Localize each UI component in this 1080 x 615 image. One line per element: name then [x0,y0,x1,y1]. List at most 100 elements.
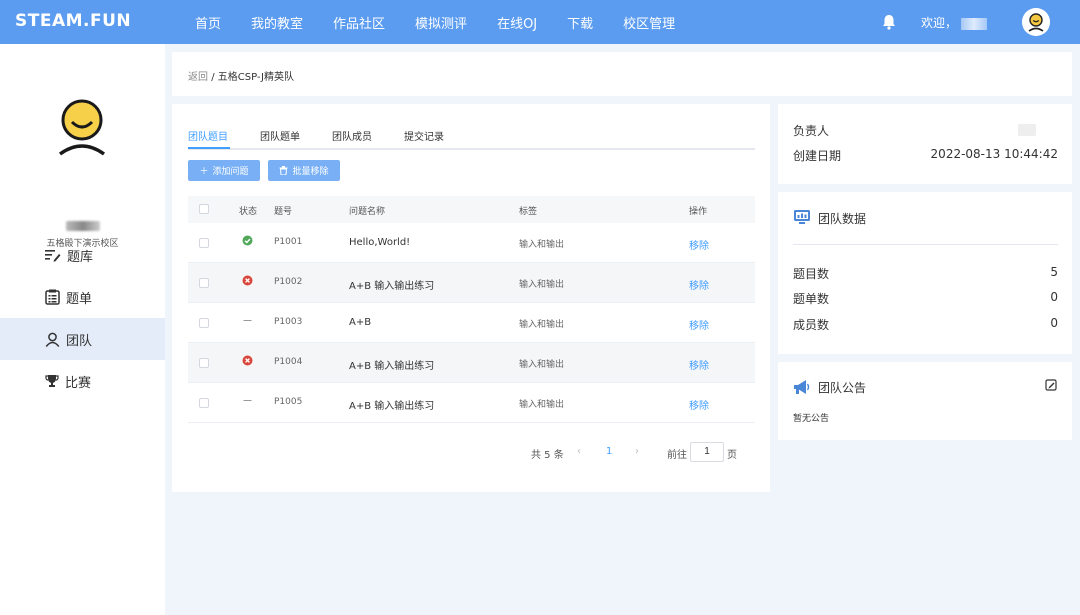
nav-community[interactable]: 作品社区 [333,13,385,32]
tab-team-problems[interactable]: 团队题目 [188,128,228,143]
row-checkbox[interactable] [199,318,209,328]
add-problem-button[interactable]: ＋ 添加问题 [188,160,260,181]
user-avatar[interactable] [1022,8,1050,36]
problem-name[interactable]: A+B 输入输出练习 [349,397,434,412]
problem-tag: 输入和输出 [519,360,565,370]
breadcrumb-current: 五格CSP-J精英队 [217,72,295,83]
header-actions: 操作 [689,207,708,217]
row-checkbox[interactable] [199,278,209,288]
pager-page-1[interactable]: 1 [606,446,612,457]
team-notice-card: 团队公告 暂无公告 [778,362,1072,440]
trash-icon [279,166,288,175]
member-count-label: 成员数 [793,318,830,332]
table-row[interactable]: P1004 A+B 输入输出练习 输入和输出 移除 [188,343,755,383]
nav-online-oj[interactable]: 在线OJ [497,13,537,32]
username-redacted [961,17,988,30]
problem-id: P1003 [274,317,303,327]
list-edit-icon [45,250,61,262]
remove-link[interactable]: 移除 [689,317,709,332]
row-checkbox[interactable] [199,238,209,248]
nav-campus-admin[interactable]: 校区管理 [623,13,675,32]
created-date-label: 创建日期 [793,149,842,163]
remove-link[interactable]: 移除 [689,237,709,252]
notice-title: 团队公告 [818,381,867,395]
member-count-value: 0 [1050,316,1058,330]
breadcrumb-back-link[interactable]: 返回 [188,72,208,83]
remove-link[interactable]: 移除 [689,397,709,412]
tab-bar: 团队题目 团队题单 团队成员 提交记录 [188,128,755,150]
batch-remove-label: 批量移除 [292,167,329,177]
problem-count-value: 5 [1050,265,1058,279]
problem-name[interactable]: Hello,World! [349,237,410,248]
profile-avatar [58,99,106,156]
active-tab-indicator [188,147,230,149]
pager-prev-icon[interactable]: ‹ [577,446,581,457]
row-checkbox[interactable] [199,358,209,368]
pager-page-suffix: 页 [727,450,737,461]
nav-home[interactable]: 首页 [195,13,221,32]
stats-title: 团队数据 [818,212,867,226]
pager-goto-input[interactable]: 1 [690,442,724,462]
sidebar-item-label: 题单 [66,291,93,307]
team-problems-card: 团队题目 团队题单 团队成员 提交记录 ＋ 添加问题 批量移除 状态 题号 问题… [172,104,770,492]
table-header: 状态 题号 问题名称 标签 操作 [188,196,755,223]
team-info-card: 负责人 创建日期 2022-08-13 10:44:42 [778,104,1072,184]
no-status-dash-icon [243,320,252,321]
sidebar-item-team[interactable]: 团队 [0,318,165,360]
table-row[interactable]: P1005 A+B 输入输出练习 输入和输出 移除 [188,383,755,423]
problem-name[interactable]: A+B [349,317,371,328]
problem-tag: 输入和输出 [519,280,565,290]
plus-icon: ＋ [199,167,209,177]
pagination: 共 5 条 ‹ 1 › 前往 1 页 [172,442,770,462]
header-id: 题号 [274,207,293,217]
welcome-text: 欢迎， [921,14,988,31]
trophy-icon [45,375,59,387]
profile-name-redacted [66,221,100,231]
sidebar-item-problem-lists[interactable]: 题单 [0,276,165,318]
header-status: 状态 [239,207,258,217]
sidebar-item-contest[interactable]: 比赛 [0,360,165,402]
problem-name[interactable]: A+B 输入输出练习 [349,357,434,372]
remove-link[interactable]: 移除 [689,357,709,372]
edit-icon[interactable] [1045,379,1057,391]
problem-id: P1001 [274,237,303,247]
row-checkbox[interactable] [199,398,209,408]
sidebar-item-problems[interactable]: 题库 [0,234,165,276]
problem-name[interactable]: A+B 输入输出练习 [349,277,434,292]
tab-team-problem-lists[interactable]: 团队题单 [260,128,300,143]
owner-label: 负责人 [793,124,830,138]
problem-tag: 输入和输出 [519,240,565,250]
brand-logo[interactable]: STEAM.FUN [15,11,131,31]
select-all-checkbox[interactable] [199,204,209,214]
list-count-label: 题单数 [793,292,830,306]
owner-value-redacted [1018,124,1036,136]
pager-next-icon[interactable]: › [635,446,639,457]
header-tags: 标签 [519,207,538,217]
breadcrumb-card: 返回 / 五格CSP-J精英队 [172,52,1072,96]
tab-team-members[interactable]: 团队成员 [332,128,372,143]
bell-icon[interactable] [880,13,898,31]
accepted-check-icon [242,235,253,246]
nav-download[interactable]: 下载 [567,13,593,32]
problem-id: P1005 [274,397,303,407]
monitor-chart-icon [794,210,810,224]
batch-remove-button[interactable]: 批量移除 [268,160,340,181]
megaphone-icon [794,380,810,394]
table-row[interactable]: P1002 A+B 输入输出练习 输入和输出 移除 [188,263,755,303]
breadcrumb-separator: / [211,72,215,83]
nav-my-classroom[interactable]: 我的教室 [251,13,303,32]
team-stats-card: 团队数据 题目数 5 题单数 0 成员数 0 [778,192,1072,354]
no-status-dash-icon [243,400,252,401]
created-date-value: 2022-08-13 10:44:42 [930,147,1058,161]
problem-count-label: 题目数 [793,267,830,281]
pager-total: 共 5 条 [531,450,564,461]
remove-link[interactable]: 移除 [689,277,709,292]
table-row[interactable]: P1001 Hello,World! 输入和输出 移除 [188,223,755,263]
main-nav: 首页 我的教室 作品社区 模拟测评 在线OJ 下载 校区管理 [195,0,705,44]
stats-divider [793,244,1058,245]
sidebar-item-label: 题库 [67,249,94,265]
nav-mock-test[interactable]: 模拟测评 [415,13,467,32]
list-count-value: 0 [1050,290,1058,304]
tab-submissions[interactable]: 提交记录 [404,128,444,143]
table-row[interactable]: P1003 A+B 输入和输出 移除 [188,303,755,343]
